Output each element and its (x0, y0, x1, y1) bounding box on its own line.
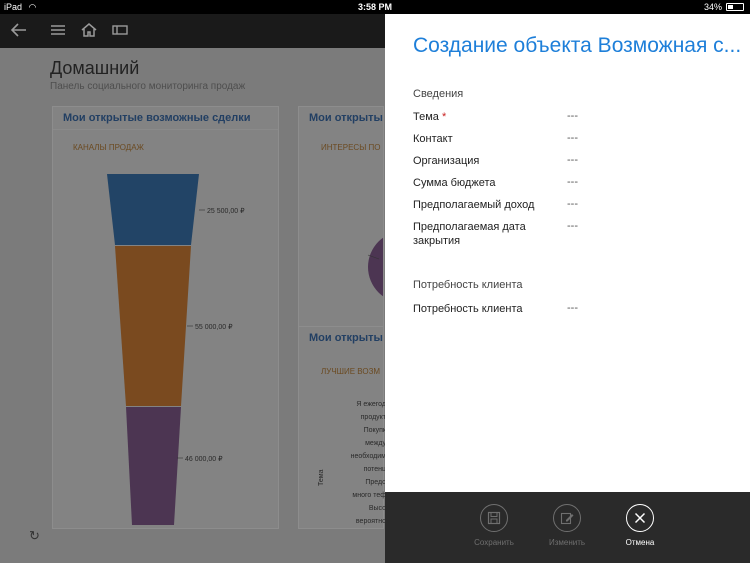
edit-icon (553, 504, 581, 532)
save-icon (480, 504, 508, 532)
field-value-account[interactable]: --- (567, 154, 578, 166)
required-marker: * (441, 111, 447, 123)
field-value-customer-need[interactable]: --- (567, 302, 578, 314)
cancel-button[interactable]: Отмена (610, 504, 670, 547)
chart-label: необходим (350, 453, 386, 460)
section-details-heading: Сведения (413, 88, 464, 100)
chart-label: Высо (368, 505, 386, 512)
field-label-est-revenue: Предполагаемый доход (413, 199, 535, 211)
status-time: 3:58 PM (357, 2, 392, 12)
field-label-contact: Контакт (413, 133, 453, 145)
funnel-label-1: 25 500,00 ₽ (207, 207, 245, 215)
back-arrow-icon[interactable] (10, 21, 28, 45)
hamburger-menu-icon[interactable] (50, 21, 66, 45)
section-customer-need-heading: Потребность клиента (413, 279, 523, 291)
field-label-customer-need: Потребность клиента (413, 303, 523, 315)
funnel-segment-3 (126, 407, 181, 525)
funnel-segment-2 (115, 246, 191, 406)
funnel-label-2: 55 000,00 ₽ (195, 323, 233, 331)
pie-slice (368, 237, 383, 297)
field-label-est-close-date: Предполагаемая дата закрытия (413, 221, 526, 247)
field-value-budget[interactable]: --- (567, 176, 578, 188)
bar-chart-axis-label: Тема (318, 469, 325, 486)
interests-card[interactable]: Мои открытые ИНТЕРЕСЫ ПО (298, 106, 384, 350)
create-opportunity-panel: Создание объекта Возможная с... Сведения… (385, 14, 750, 492)
sales-funnel-card[interactable]: Мои открытые возможные сделки КАНАЛЫ ПРО… (52, 106, 279, 529)
chart-label: Предо (365, 479, 386, 486)
dashboard-title: Домашний (50, 58, 140, 78)
chart-label: Покупк (363, 427, 386, 434)
command-bar: Сохранить Изменить Отмена (385, 492, 750, 563)
funnel-chart: 25 500,00 ₽ 55 000,00 ₽ 46 000,00 ₽ (107, 174, 245, 525)
panel-toggle-icon[interactable] (112, 21, 128, 45)
battery-icon (726, 3, 744, 11)
top-opportunities-subtitle: ЛУЧШИЕ ВОЗМ (321, 367, 381, 376)
chart-label: между (365, 440, 386, 447)
funnel-segment-1 (107, 174, 199, 245)
home-icon[interactable] (80, 21, 98, 45)
field-value-topic[interactable]: --- (567, 110, 578, 122)
edit-button[interactable]: Изменить (537, 504, 597, 547)
panel-title: Создание объекта Возможная с... (413, 34, 742, 57)
status-bar: iPad ◠ 3:58 PM 34% (0, 0, 750, 14)
chart-label: много теф (352, 492, 386, 499)
field-label-budget: Сумма бюджета (413, 177, 496, 189)
funnel-label-3: 46 000,00 ₽ (185, 455, 223, 463)
field-label-account: Организация (413, 155, 480, 167)
cancel-label: Отмена (625, 538, 655, 547)
bar-chart-labels: Я ежегод продукт Покупк между необходим … (346, 398, 386, 528)
battery-status: 34% (704, 2, 744, 12)
chart-label: продукт (360, 414, 386, 421)
field-value-contact[interactable]: --- (567, 132, 578, 144)
battery-percent: 34% (703, 2, 722, 12)
chart-label: Я ежегод (356, 401, 386, 408)
save-button[interactable]: Сохранить (464, 504, 524, 547)
chart-label: вероятно (355, 518, 386, 525)
edit-label: Изменить (548, 538, 586, 547)
field-label-topic: Тема * (413, 111, 447, 123)
field-value-est-revenue[interactable]: --- (567, 198, 578, 210)
field-value-est-close-date[interactable]: --- (567, 220, 578, 232)
dashboard-subtitle: Панель социального мониторинга продаж (50, 81, 246, 92)
card-title: Мои открыты (309, 332, 383, 344)
pie-chart (367, 237, 383, 297)
battery-level (728, 5, 733, 9)
save-label: Сохранить (474, 538, 514, 547)
close-icon (626, 504, 654, 532)
refresh-icon[interactable]: ↻ (29, 528, 40, 544)
chart-label: потенц (363, 466, 386, 473)
